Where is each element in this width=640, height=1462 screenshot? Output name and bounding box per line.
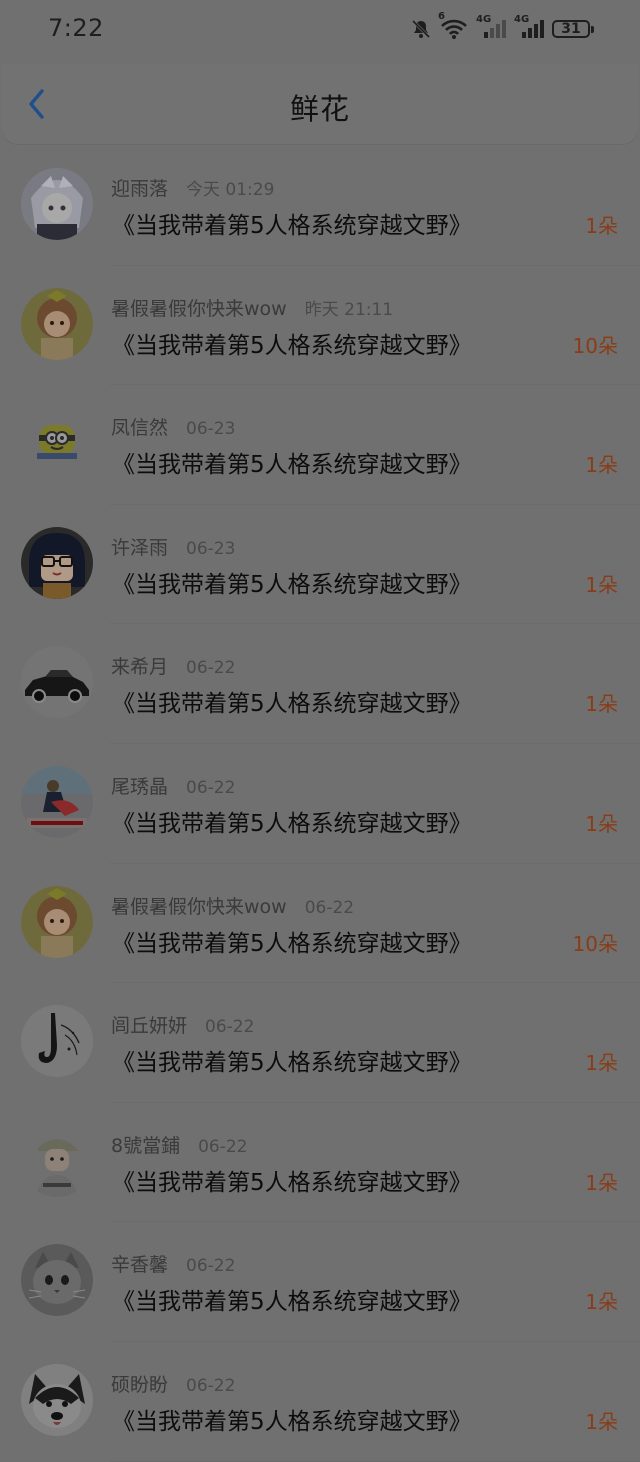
item-meta: 辛香馨 06-22 [111,1250,235,1277]
book-title: 《当我带着第5人格系统穿越文野》 [112,1408,472,1435]
send-time: 06-22 [186,658,236,679]
book-title: 《当我带着第5人格系统穿越文野》 [112,810,472,837]
item-meta: 尾琇晶 06-22 [111,772,235,799]
book-title: 《当我带着第5人格系统穿越文野》 [112,1169,472,1196]
saxophone-avatar[interactable] [21,1005,93,1078]
book-title: 《当我带着第5人格系统穿越文野》 [112,571,472,598]
book-title: 《当我带着第5人格系统穿越文野》 [112,1050,472,1077]
list-item[interactable]: 凤信然 06-23 《当我带着第5人格系统穿越文野》 1朵 [0,385,640,505]
sender-name: 暑假暑假你快来wow [111,297,287,320]
book-title: 《当我带着第5人格系统穿越文野》 [112,930,472,957]
network-label-1: 4G [476,14,492,25]
cartoon-girl-avatar[interactable] [21,885,93,958]
sender-name: 暑假暑假你快来wow [111,895,287,918]
item-meta: 许泽雨 06-23 [111,533,235,560]
flower-amount: 1朵 [585,1051,618,1076]
flower-amount: 1朵 [585,1409,618,1434]
cartoon-girl-avatar[interactable] [21,287,93,360]
send-time: 06-22 [198,1136,248,1157]
couple-avatar[interactable] [21,765,93,838]
header-bar: 鲜花 [2,64,638,144]
send-time: 06-22 [186,1375,236,1396]
flower-amount: 10朵 [572,333,618,358]
sender-name: 8號當鋪 [111,1134,181,1157]
sender-name: 许泽雨 [111,536,169,559]
sender-name: 凤信然 [111,417,169,440]
item-meta: 8號當鋪 06-22 [111,1131,248,1158]
flower-amount: 1朵 [585,1170,618,1195]
sender-name: 来希月 [111,656,169,679]
list-item[interactable]: 迎雨落 今天 01:29 《当我带着第5人格系统穿越文野》 1朵 [0,146,640,266]
sender-name: 闾丘妍妍 [111,1015,188,1038]
battery-level: 31 [561,21,581,37]
send-time: 06-22 [186,1256,236,1277]
flower-amount: 10朵 [572,931,618,956]
send-time: 06-23 [186,538,236,559]
flower-amount: 1朵 [585,1290,618,1315]
send-time: 06-22 [304,897,355,918]
wifi-icon: 6 [438,11,468,40]
flower-list: 迎雨落 今天 01:29 《当我带着第5人格系统穿越文野》 1朵 暑假暑假你快来wow 昨… [0,146,640,1462]
item-meta: 来希月 06-22 [111,652,235,679]
sender-name: 迎雨落 [111,178,169,200]
status-bar: 7:22 6 4G 4G 31 [0,0,640,64]
list-item[interactable]: 来希月 06-22 《当我带着第5人格系统穿越文野》 1朵 [0,624,640,744]
list-item[interactable]: 尾琇晶 06-22 《当我带着第5人格系统穿越文野》 1朵 [0,744,640,864]
item-meta: 凤信然 06-23 [111,413,235,440]
flower-amount: 1朵 [585,214,618,238]
send-time: 今天 01:29 [186,180,275,200]
list-item[interactable]: 硕盼盼 06-22 《当我带着第5人格系统穿越文野》 1朵 [0,1342,640,1462]
divider [110,1460,640,1462]
minion-avatar[interactable] [21,407,93,480]
page-title: 鲜花 [289,92,350,126]
dog-avatar[interactable] [21,1363,93,1436]
item-meta: 暑假暑假你快来wow 昨天 21:11 [111,294,393,321]
car-avatar[interactable] [21,646,93,719]
list-item[interactable]: 闾丘妍妍 06-22 《当我带着第5人格系统穿越文野》 1朵 [0,983,640,1103]
network-label-2: 4G [514,14,530,25]
battery-icon: 31 [552,20,594,38]
glasses-girl-avatar[interactable] [21,526,93,599]
book-title: 《当我带着第5人格系统穿越文野》 [112,213,472,239]
book-title: 《当我带着第5人格系统穿越文野》 [112,452,472,479]
sender-name: 硕盼盼 [111,1373,169,1396]
book-title: 《当我带着第5人格系统穿越文野》 [112,691,472,718]
send-time: 06-23 [186,419,236,440]
list-item[interactable]: 暑假暑假你快来wow 昨天 21:11 《当我带着第5人格系统穿越文野》 10朵 [0,266,640,386]
status-icons: 6 4G 4G 31 [410,11,594,40]
cat-avatar[interactable] [21,1244,93,1317]
sender-name: 辛香馨 [111,1254,169,1277]
flower-amount: 1朵 [585,453,618,478]
mute-bell-icon [410,18,432,40]
cellular-signal-icon-2: 4G [514,14,544,40]
list-item[interactable]: 许泽雨 06-23 《当我带着第5人格系统穿越文野》 1朵 [0,505,640,625]
flower-amount: 1朵 [585,572,618,597]
book-title: 《当我带着第5人格系统穿越文野》 [112,1289,472,1316]
anime-girl-avatar[interactable] [21,168,93,240]
item-meta: 闾丘妍妍 06-22 [111,1011,254,1038]
flower-amount: 1朵 [585,692,618,717]
send-time: 06-22 [186,777,236,798]
list-item[interactable]: 暑假暑假你快来wow 06-22 《当我带着第5人格系统穿越文野》 10朵 [0,864,640,984]
send-time: 06-22 [205,1017,255,1038]
list-item[interactable]: 辛香馨 06-22 《当我带着第5人格系统穿越文野》 1朵 [0,1222,640,1342]
book-title: 《当我带着第5人格系统穿越文野》 [112,332,472,359]
status-time: 7:22 [48,14,104,42]
cap-boy-avatar[interactable] [21,1124,93,1197]
item-meta: 硕盼盼 06-22 [111,1370,235,1397]
item-meta: 迎雨落 今天 01:29 [111,174,274,201]
flower-amount: 1朵 [585,811,618,836]
sender-name: 尾琇晶 [111,775,169,798]
list-item[interactable]: 8號當鋪 06-22 《当我带着第5人格系统穿越文野》 1朵 [0,1103,640,1223]
wifi-badge: 6 [438,11,445,22]
send-time: 昨天 21:11 [304,299,394,320]
cellular-signal-icon-1: 4G [476,14,506,40]
item-meta: 暑假暑假你快来wow 06-22 [111,892,354,919]
